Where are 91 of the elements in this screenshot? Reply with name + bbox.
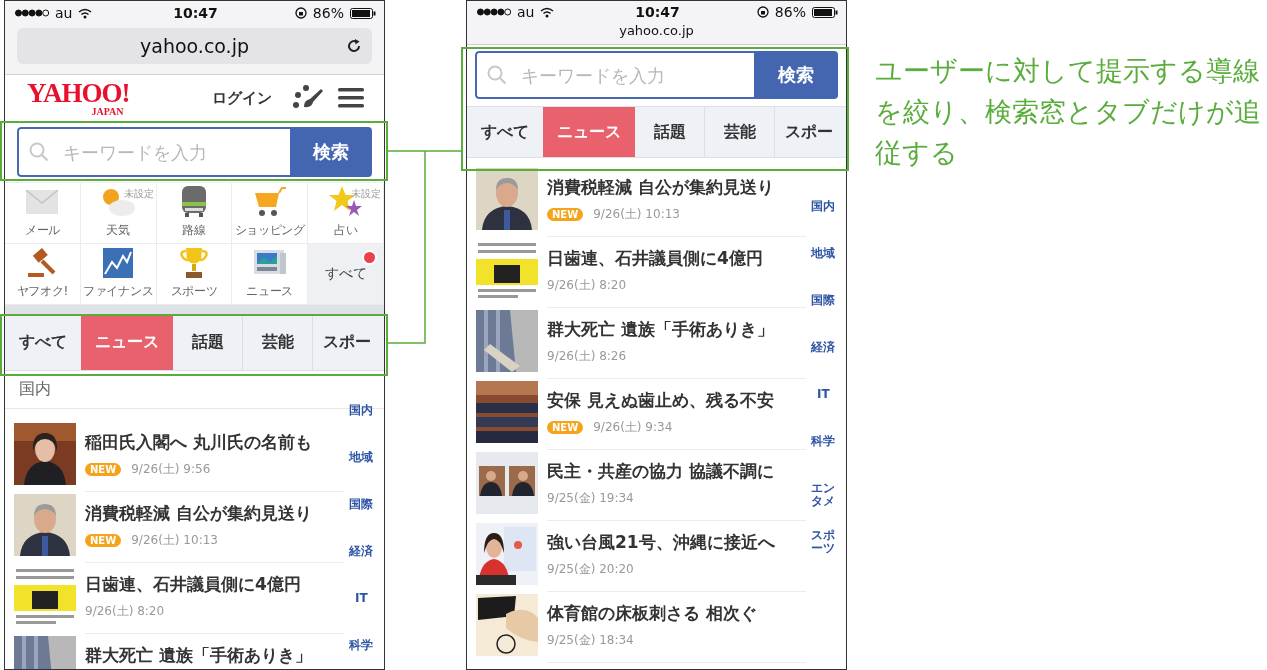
news-headline[interactable]: 日歯連、石井議員側に4億円 [85, 573, 344, 596]
category-index-link[interactable]: 地域 [348, 451, 374, 465]
annotation-text: ユーザーに対して提示する導線を絞り、検索窓とタブだけが追従する [875, 55, 1261, 168]
new-badge: NEW [85, 463, 122, 476]
reload-icon[interactable] [346, 38, 362, 54]
category-tab[interactable]: すべて [5, 314, 81, 370]
news-headline[interactable]: 消費税軽減 自公が集約見送り [547, 176, 806, 199]
newspaper-icon [253, 250, 286, 276]
category-index-link[interactable]: 科学 [348, 639, 374, 653]
category-index-link[interactable]: IT [348, 592, 374, 606]
address-text[interactable]: yahoo.co.jp [619, 23, 694, 38]
shortcut-tile[interactable]: ショッピング [232, 183, 309, 244]
news-time: 9/26(土) 10:13 [593, 206, 680, 223]
category-index-link[interactable]: 国際 [348, 498, 374, 512]
category-tab[interactable]: 話題 [173, 314, 243, 370]
shortcut-tile[interactable]: すべて [308, 244, 384, 305]
category-tab[interactable]: 芸能 [705, 107, 775, 157]
new-badge: NEW [547, 421, 584, 434]
category-index-link[interactable]: スポーツ [810, 529, 836, 556]
shortcut-tile[interactable]: ファイナンス [80, 244, 157, 305]
rotation-lock-icon [756, 6, 769, 18]
logo-subtitle: JAPAN [91, 106, 124, 117]
news-time: 9/25(金) 20:20 [547, 561, 634, 578]
rotation-lock-icon [294, 7, 307, 19]
battery-icon [812, 6, 838, 18]
cart-icon [252, 187, 287, 217]
news-headline[interactable]: 群大死亡 遺族「手術ありき」 [547, 318, 806, 341]
shortcut-tile[interactable]: 未設定 天気 [80, 183, 157, 244]
wifi-icon [540, 6, 555, 18]
category-index-link[interactable]: エンタメ [810, 482, 836, 509]
category-index-link[interactable]: 国内 [348, 404, 374, 418]
train-icon [181, 186, 207, 218]
status-note: 未設定 [351, 187, 381, 201]
carrier-label: au [517, 4, 535, 20]
search-button[interactable]: 検索 [290, 127, 372, 177]
address-bar[interactable]: yahoo.co.jp [17, 28, 372, 64]
category-index-link[interactable]: IT [810, 388, 836, 402]
category-index-link[interactable]: 地域 [810, 247, 836, 261]
category-index-link[interactable]: 国内 [810, 200, 836, 214]
news-time: 9/26(土) 10:13 [131, 532, 218, 549]
clock-time: 10:47 [635, 4, 680, 20]
category-tab[interactable]: スポー [313, 314, 384, 370]
shortcut-tile[interactable]: 路線 [156, 183, 233, 244]
carrier-label: au [55, 5, 73, 21]
signal-icon [477, 8, 511, 16]
battery-percent: 86% [774, 4, 806, 20]
news-headline[interactable]: 安保 見えぬ歯止め、残る不安 [547, 389, 806, 412]
search-icon [29, 142, 49, 162]
search-field[interactable]: キーワードを入力 [475, 51, 754, 99]
wifi-icon [78, 7, 93, 19]
news-time: 9/26(土) 8:20 [85, 603, 165, 620]
status-note: 未設定 [123, 187, 154, 201]
category-index-link[interactable]: 経済 [810, 341, 836, 355]
news-time: 9/25(金) 19:34 [547, 490, 634, 507]
section-title: 国内 [19, 379, 51, 400]
menu-icon[interactable] [338, 87, 364, 109]
site-logo[interactable]: YAHOO! [27, 79, 130, 107]
login-link[interactable]: ログイン [212, 88, 272, 108]
category-index-link[interactable]: 経済 [348, 545, 374, 559]
news-headline[interactable]: 消費税軽減 自公が集約見送り [85, 502, 344, 525]
battery-percent: 86% [312, 5, 344, 21]
battery-icon [350, 7, 376, 19]
search-icon [487, 65, 507, 85]
news-time: 9/25(金) 18:34 [547, 632, 634, 649]
category-tab[interactable]: すべて [467, 107, 543, 157]
news-headline[interactable]: 民主・共産の協力 協議不調に [547, 460, 806, 483]
signal-icon [15, 9, 49, 17]
news-headline[interactable]: 日歯連、石井議員側に4億円 [547, 247, 806, 270]
news-headline[interactable]: 稲田氏入閣へ 丸川氏の名前も [85, 431, 344, 454]
category-tab[interactable]: 話題 [635, 107, 705, 157]
clock-time: 10:47 [173, 5, 218, 21]
news-time: 9/26(土) 9:34 [593, 419, 673, 436]
news-time: 9/26(土) 8:26 [547, 348, 627, 365]
new-badge: NEW [85, 534, 122, 547]
search-button[interactable]: 検索 [754, 51, 838, 99]
search-field[interactable]: キーワードを入力 [17, 127, 290, 177]
chart-icon [103, 248, 134, 278]
news-headline[interactable]: 体育館の床板刺さる 相次ぐ [547, 602, 806, 625]
trophy-icon [179, 247, 209, 279]
brush-icon[interactable] [292, 85, 324, 111]
news-time: 9/26(土) 8:20 [547, 277, 627, 294]
category-tab[interactable]: スポー [775, 107, 846, 157]
news-time: 9/26(土) 9:56 [131, 461, 211, 478]
news-headline[interactable]: 強い台風21号、沖縄に接近へ [547, 531, 806, 554]
new-badge: NEW [547, 208, 584, 221]
category-tab[interactable]: 芸能 [243, 314, 313, 370]
shortcut-tile[interactable]: メール [5, 183, 81, 244]
news-headline[interactable]: 群大死亡 遺族「手術ありき」 [85, 644, 344, 667]
category-index-link[interactable]: 科学 [810, 435, 836, 449]
envelope-icon [26, 190, 59, 214]
category-index-link[interactable]: 国際 [810, 294, 836, 308]
